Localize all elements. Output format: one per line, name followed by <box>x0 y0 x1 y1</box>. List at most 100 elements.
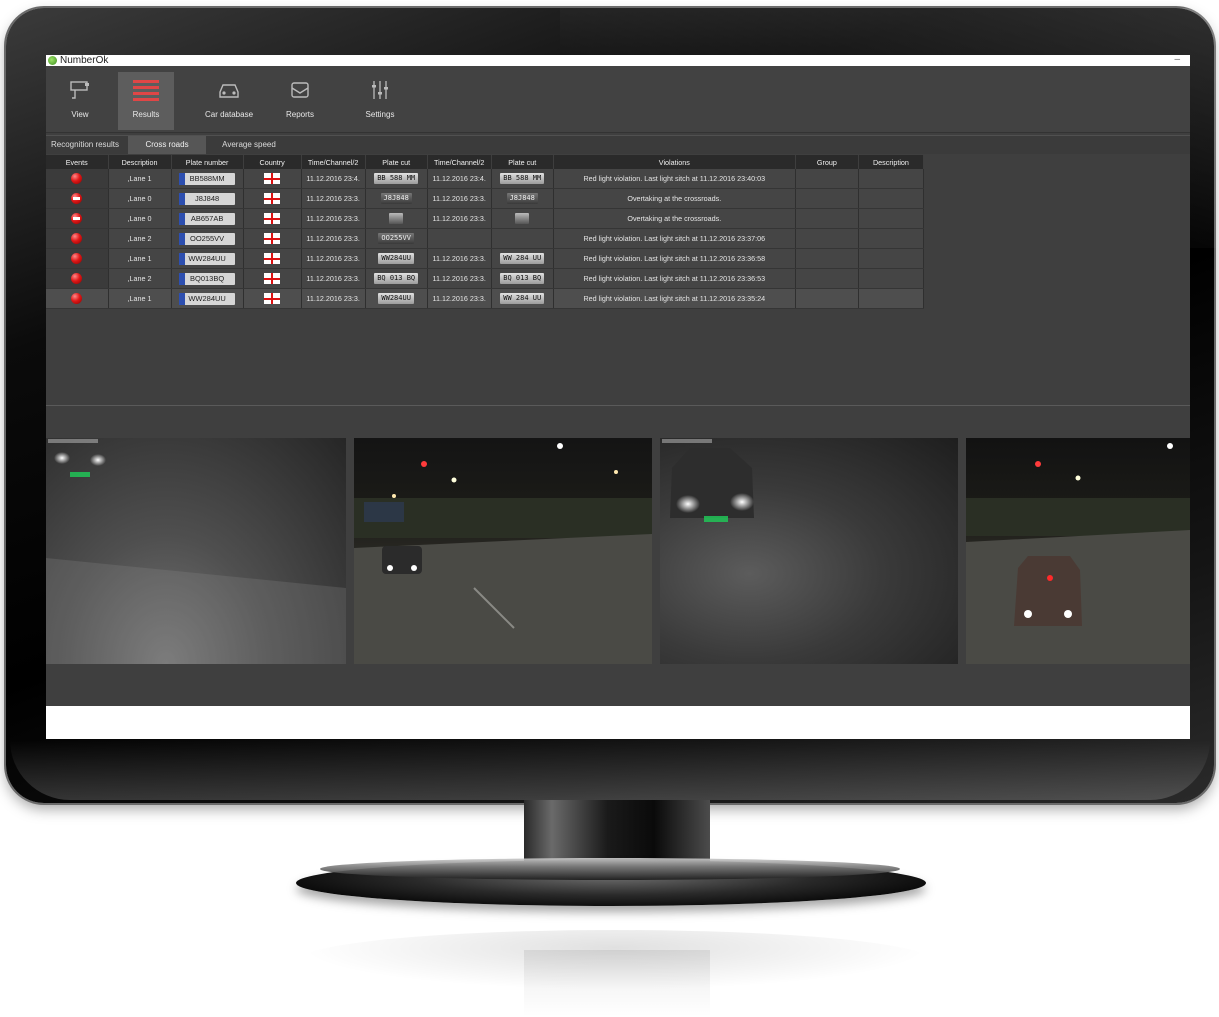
camera-feed-3[interactable] <box>660 438 958 664</box>
camera-feed-4[interactable] <box>966 438 1190 664</box>
camera-feed-2[interactable] <box>354 438 652 664</box>
lane-cell: ,Lane 2 <box>108 228 172 249</box>
plate-cut-1-cell: WW284UU <box>365 248 428 269</box>
country-cell <box>243 169 302 189</box>
plate-badge: BQ013BQ <box>179 272 236 285</box>
event-cell <box>46 208 109 229</box>
ribbon-view-button[interactable]: View <box>52 72 108 130</box>
time-channel-1-cell: 11.12.2016 23:3. <box>301 228 366 249</box>
monitor-base-highlight <box>320 858 900 880</box>
event-cell <box>46 288 109 309</box>
column-header-plate-number[interactable]: Plate number <box>171 155 244 169</box>
event-cell <box>46 268 109 289</box>
plate-cut-image: BB 588 MM <box>374 173 419 184</box>
ribbon-settings-label: Settings <box>365 110 395 119</box>
violation-cell: Overtaking at the crossroads. <box>553 188 796 209</box>
plate-badge: J8J848 <box>179 192 236 205</box>
eu-strip-icon <box>179 212 186 225</box>
plate-cut-image: WW284UU <box>378 253 414 264</box>
table-row[interactable]: ,Lane 2 OO255VV 11.12.2016 23:3. OO255VV Red… <box>46 228 925 249</box>
plate-cut-2-cell: BQ 013 BQ <box>491 268 554 289</box>
column-header-time-channel-2[interactable]: Time/Channel/2 <box>427 155 492 169</box>
lane-cell: ,Lane 0 <box>108 188 172 209</box>
time-channel-2-cell <box>427 228 492 249</box>
table-row[interactable]: ,Lane 0 J8J848 11.12.2016 23:3. J8J848 11.12… <box>46 188 925 209</box>
lane-cell: ,Lane 1 <box>108 248 172 269</box>
description-cell <box>858 169 925 189</box>
ribbon-reports-button[interactable]: Reports <box>272 72 328 130</box>
ribbon-settings-button[interactable]: Settings <box>352 72 408 130</box>
column-header-plate-cut-1[interactable]: Plate cut <box>365 155 428 169</box>
plate-cut-image <box>515 213 530 224</box>
plate-badge: OO255VV <box>179 232 236 245</box>
plate-number: OO255VV <box>189 233 225 243</box>
camera-icon <box>70 81 89 99</box>
column-header-group[interactable]: Group <box>795 155 859 169</box>
plate-badge: BB588MM <box>179 172 236 185</box>
table-row[interactable]: ,Lane 1 WW284UU 11.12.2016 23:3. WW284UU 11.… <box>46 288 925 309</box>
country-cell <box>243 208 302 229</box>
eu-strip-icon <box>179 272 186 285</box>
event-cell <box>46 188 109 209</box>
table-row[interactable]: ,Lane 1 BB588MM 11.12.2016 23:4. BB 588 MM 1… <box>46 169 925 189</box>
violation-cell: Red light violation. Last light sitch at… <box>553 169 796 189</box>
description-cell <box>858 248 925 269</box>
plate-cut-2-cell <box>491 208 554 229</box>
group-cell <box>795 268 859 289</box>
panel-splitter[interactable] <box>46 405 1190 406</box>
red-light-icon <box>71 273 83 284</box>
ribbon-car-database-button[interactable]: Car database <box>201 72 257 130</box>
lane-cell: ,Lane 1 <box>108 288 172 309</box>
no-entry-icon <box>71 193 83 204</box>
column-header-violations[interactable]: Violations <box>553 155 796 169</box>
tab-cross-roads[interactable]: Cross roads <box>128 136 206 154</box>
results-tab-strip: Recognition results Cross roads Average … <box>46 135 1190 154</box>
country-cell <box>243 288 302 309</box>
monitor-neck-reflection <box>524 950 710 1017</box>
tab-average-speed[interactable]: Average speed <box>210 136 288 154</box>
group-cell <box>795 188 859 209</box>
plate-number: AB657AB <box>190 213 224 223</box>
ribbon-results-button[interactable]: Results <box>118 72 174 130</box>
minimize-button[interactable]: – <box>1174 55 1180 65</box>
plate-cut-1-cell: BQ 013 BQ <box>365 268 428 289</box>
country-cell <box>243 228 302 249</box>
red-light-icon <box>71 173 83 184</box>
envelope-icon <box>291 82 309 98</box>
table-row[interactable]: ,Lane 0 AB657AB 11.12.2016 23:3. 11.12.2016… <box>46 208 925 229</box>
column-header-description-2[interactable]: Description <box>858 155 925 169</box>
country-flag-icon <box>264 213 281 224</box>
group-cell <box>795 228 859 249</box>
group-cell <box>795 288 859 309</box>
column-header-country[interactable]: Country <box>243 155 302 169</box>
camera-scene-2 <box>354 443 652 664</box>
violation-cell: Overtaking at the crossroads. <box>553 208 796 229</box>
table-row[interactable]: ,Lane 1 WW284UU 11.12.2016 23:3. WW284UU 11.… <box>46 248 925 269</box>
time-channel-2-cell: 11.12.2016 23:3. <box>427 248 492 269</box>
tab-recognition-results[interactable]: Recognition results <box>46 136 124 154</box>
country-flag-icon <box>264 253 281 264</box>
table-row[interactable]: ,Lane 2 BQ013BQ 11.12.2016 23:3. BQ 013 BQ 1… <box>46 268 925 289</box>
app-title: NumberOk <box>60 55 109 66</box>
status-bar <box>46 706 1190 739</box>
eu-strip-icon <box>179 292 186 305</box>
table-header-row: Events Description Plate number Country … <box>46 155 925 169</box>
column-header-plate-cut-2[interactable]: Plate cut <box>491 155 554 169</box>
plate-cut-1-cell: J8J848 <box>365 188 428 209</box>
column-header-time-channel-1[interactable]: Time/Channel/2 <box>301 155 366 169</box>
country-flag-icon <box>264 233 281 244</box>
ribbon-view-label: View <box>71 110 89 119</box>
plate-cell: WW284UU <box>171 248 244 269</box>
ribbon-toolbar: View Results Car database Reports Settin… <box>46 66 1190 133</box>
country-cell <box>243 248 302 269</box>
plate-cut-2-cell: J8J848 <box>491 188 554 209</box>
time-channel-1-cell: 11.12.2016 23:3. <box>301 248 366 269</box>
column-header-description[interactable]: Description <box>108 155 172 169</box>
column-header-events[interactable]: Events <box>46 155 109 169</box>
plate-cut-1-cell: OO255VV <box>365 228 428 249</box>
plate-cell: BQ013BQ <box>171 268 244 289</box>
ribbon-car-database-label: Car database <box>204 110 254 119</box>
plate-cut-image: WW 284 UU <box>500 293 545 304</box>
camera-feed-1[interactable] <box>46 438 346 664</box>
plate-cut-2-cell: BB 588 MM <box>491 169 554 189</box>
